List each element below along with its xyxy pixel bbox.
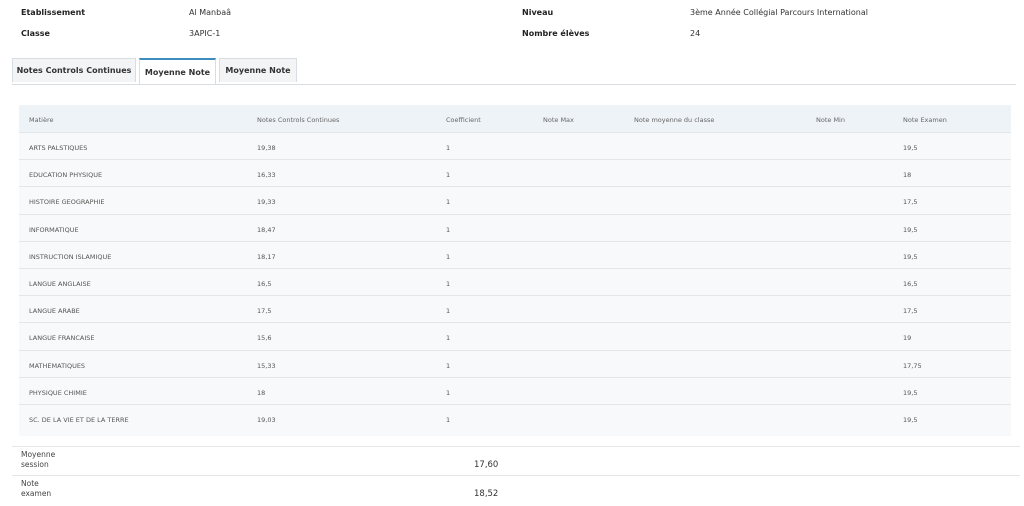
cell-matiere: INSTRUCTION ISLAMIQUE [29, 252, 112, 261]
cell-note-examen: 16,5 [903, 280, 918, 288]
header-note-max: Note Max [543, 116, 574, 124]
nombre-eleves-label: Nombre élèves [522, 29, 590, 38]
moyenne-session-value: 17,60 [474, 460, 499, 470]
cell-coefficient: 1 [446, 171, 451, 180]
header-notes-controls-continues: Notes Controls Continues [257, 116, 340, 124]
cell-note-examen: 19 [903, 334, 912, 343]
table-row: ARTS PALSTIQUES 19,38 1 19,5 [19, 132, 1011, 160]
table-row: LANGUE ANGLAISE 16,5 1 16,5 [19, 268, 1011, 296]
cell-note-examen: 19,5 [903, 144, 918, 152]
table-row: MATHEMATIQUES 15,33 1 17,75 [19, 349, 1011, 378]
moyenne-session-label: Moyenne session [21, 450, 56, 469]
table-header: Matière Notes Controls Continues Coeffic… [19, 105, 1011, 132]
cell-notes-controls-continues: 19,33 [257, 198, 276, 207]
table-row: HISTOIRE GEOGRAPHIE 19,33 1 17,5 [19, 186, 1011, 214]
cell-notes-controls-continues: 19,38 [257, 144, 276, 152]
cell-note-examen: 19,5 [903, 416, 918, 424]
cell-coefficient: 1 [446, 144, 451, 152]
header-coefficient: Coefficient [446, 116, 481, 124]
table-row: LANGUE FRANCAISE 15,6 1 19 [19, 322, 1011, 350]
header-matiere: Matière [29, 116, 54, 124]
cell-notes-controls-continues: 16,5 [257, 280, 272, 288]
cell-matiere: INFORMATIQUE [29, 225, 79, 234]
cell-note-examen: 17,5 [903, 307, 918, 316]
tab-moyenne-note-active[interactable]: Moyenne Note [139, 58, 216, 84]
cell-matiere: LANGUE FRANCAISE [29, 334, 95, 343]
notes-table: Matière Notes Controls Continues Coeffic… [19, 105, 1011, 436]
niveau-value: 3ème Année Collégial Parcours Internatio… [690, 8, 868, 17]
classe-label: Classe [21, 29, 50, 38]
cell-coefficient: 1 [446, 252, 451, 261]
cell-notes-controls-continues: 18,47 [257, 225, 276, 234]
cell-coefficient: 1 [446, 280, 451, 288]
tab-notes-controls-continues[interactable]: Notes Controls Continues [12, 58, 136, 82]
table-row: PHYSIQUE CHIMIE 18 1 19,5 [19, 376, 1011, 405]
cell-matiere: ARTS PALSTIQUES [29, 144, 88, 152]
cell-note-examen: 17,5 [903, 198, 918, 207]
cell-notes-controls-continues: 15,6 [257, 334, 272, 343]
table-row: LANGUE ARABE 17,5 1 17,5 [19, 295, 1011, 323]
note-examen-row: Note examen 18,52 [12, 475, 1020, 505]
cell-coefficient: 1 [446, 198, 451, 207]
cell-note-examen: 19,5 [903, 252, 918, 261]
cell-matiere: MATHEMATIQUES [29, 361, 86, 370]
cell-coefficient: 1 [446, 225, 451, 234]
table-row: INFORMATIQUE 18,47 1 19,5 [19, 213, 1011, 242]
header-note-examen: Note Examen [903, 116, 947, 124]
cell-notes-controls-continues: 18 [257, 388, 266, 397]
cell-coefficient: 1 [446, 361, 451, 370]
cell-coefficient: 1 [446, 307, 451, 316]
cell-note-examen: 19,5 [903, 388, 918, 397]
nombre-eleves-value: 24 [690, 29, 701, 38]
cell-coefficient: 1 [446, 334, 451, 343]
table-row: SC. DE LA VIE ET DE LA TERRE 19,03 1 19,5 [19, 404, 1011, 432]
cell-matiere: PHYSIQUE CHIMIE [29, 388, 87, 397]
cell-notes-controls-continues: 18,17 [257, 252, 276, 261]
header-note-min: Note Min [816, 116, 845, 124]
classe-value: 3APIC-1 [189, 29, 221, 38]
cell-notes-controls-continues: 17,5 [257, 307, 272, 316]
cell-note-examen: 17,75 [903, 361, 922, 370]
table-row: INSTRUCTION ISLAMIQUE 18,17 1 19,5 [19, 240, 1011, 269]
niveau-label: Niveau [522, 8, 554, 17]
cell-matiere: HISTOIRE GEOGRAPHIE [29, 198, 105, 207]
cell-matiere: EDUCATION PHYSIQUE [29, 171, 103, 180]
note-examen-value: 18,52 [474, 489, 499, 499]
table-row: EDUCATION PHYSIQUE 16,33 1 18 [19, 159, 1011, 187]
cell-matiere: SC. DE LA VIE ET DE LA TERRE [29, 416, 129, 424]
tab-bar: Notes Controls Continues Moyenne Note Mo… [12, 58, 300, 84]
cell-note-examen: 19,5 [903, 225, 918, 234]
header-note-moyenne-classe: Note moyenne du classe [634, 116, 715, 124]
cell-coefficient: 1 [446, 416, 451, 424]
etablissement-value: Al Manbaâ [189, 8, 231, 17]
cell-notes-controls-continues: 16,33 [257, 171, 276, 180]
note-examen-label: Note examen [21, 479, 52, 498]
cell-coefficient: 1 [446, 388, 451, 397]
tabs-divider [12, 84, 1016, 85]
etablissement-label: Etablissement [21, 8, 86, 17]
cell-notes-controls-continues: 15,33 [257, 361, 276, 370]
cell-notes-controls-continues: 19,03 [257, 416, 276, 424]
cell-matiere: LANGUE ANGLAISE [29, 280, 91, 288]
tab-moyenne-note[interactable]: Moyenne Note [219, 58, 297, 82]
cell-note-examen: 18 [903, 171, 912, 180]
cell-matiere: LANGUE ARABE [29, 307, 80, 316]
moyenne-session-row: Moyenne session 17,60 [12, 446, 1020, 476]
